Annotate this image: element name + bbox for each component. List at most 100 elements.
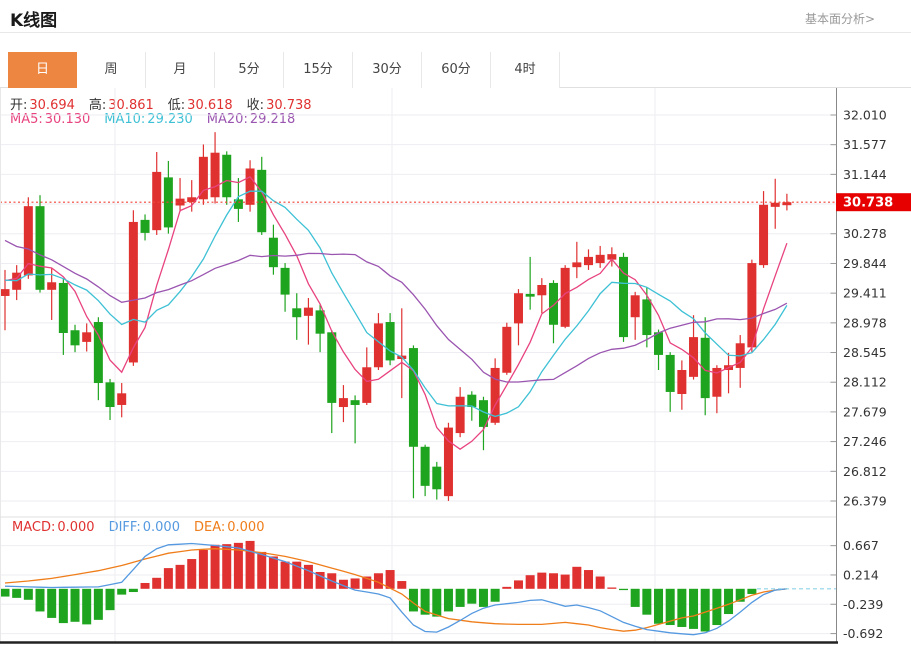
candle-body [467, 395, 476, 407]
axis-label: 29.844 [843, 256, 887, 271]
axis-label: 30.278 [843, 226, 887, 241]
macd-bar [677, 589, 686, 627]
macd-bar [596, 577, 605, 589]
candle-body [24, 206, 33, 275]
tab-60min[interactable]: 60分 [422, 52, 491, 88]
tab-15min[interactable]: 15分 [284, 52, 353, 88]
macd-bar [607, 588, 616, 589]
macd-bar [222, 544, 231, 589]
candle-body [351, 400, 360, 405]
candle-body [1, 289, 10, 296]
axis-label: -0.239 [843, 597, 883, 612]
candle-body [339, 398, 348, 407]
tab-day[interactable]: 日 [8, 52, 77, 88]
macd-bar [619, 589, 628, 590]
macd-bar [502, 587, 511, 589]
macd-bar [141, 583, 150, 589]
candle-body [759, 205, 768, 265]
axis-label: 0.667 [843, 538, 879, 553]
candle-body [432, 467, 441, 490]
candle-body [152, 172, 161, 230]
candle-body [677, 370, 686, 394]
macd-bar [152, 578, 161, 589]
macd-bar [269, 556, 278, 588]
macd-bar [176, 565, 185, 589]
macd-bar [59, 589, 68, 623]
candle-body [771, 203, 780, 207]
axis-label: 0.214 [843, 567, 879, 582]
macd-bar [432, 589, 441, 617]
macd-bar [514, 580, 523, 588]
macd-bar [129, 589, 138, 592]
macd-bar [689, 589, 698, 629]
macd-bar [491, 589, 500, 602]
macd-bar [701, 589, 710, 632]
candle-body [572, 262, 581, 267]
candle-body [327, 332, 336, 403]
interval-tabbar: 日周月5分15分30分60分4时 [0, 52, 911, 88]
candle-body [47, 282, 56, 290]
macd-bar [211, 545, 220, 589]
candle-body [596, 255, 605, 263]
candle-body [456, 397, 465, 433]
candle-body [211, 153, 220, 198]
macd-bar [117, 589, 126, 595]
macd-bar [526, 575, 535, 589]
macd-bar [654, 589, 663, 624]
kline-chart[interactable]: 32.01031.57731.14430.27829.84429.41128.9… [0, 88, 911, 646]
macd-bar [246, 541, 255, 589]
tab-4hour[interactable]: 4时 [491, 52, 560, 88]
macd-bar [549, 573, 558, 589]
candle-body [386, 322, 395, 360]
candle-body [199, 157, 208, 200]
macd-bar [47, 589, 56, 618]
axis-label: 29.411 [843, 286, 887, 301]
candle-body [59, 283, 68, 333]
candle-body [316, 310, 325, 333]
macd-bar [572, 567, 581, 589]
candle-body [82, 332, 91, 342]
macd-bar [537, 573, 546, 589]
macd-bar [444, 589, 453, 612]
macd-bar [456, 589, 465, 607]
header-divider [0, 32, 911, 33]
macd-bar [94, 589, 103, 620]
axis-label: 26.379 [843, 494, 887, 509]
candle-body [106, 382, 115, 407]
candle-body [222, 155, 231, 198]
candle-body [654, 332, 663, 355]
axis-label: 26.812 [843, 464, 887, 479]
candle-body [362, 367, 371, 403]
macd-bar [71, 589, 80, 622]
axis-label: 28.978 [843, 315, 887, 330]
macd-bar [747, 589, 756, 594]
axis-label: 28.112 [843, 375, 887, 390]
candle-body [36, 206, 45, 290]
candle-body [537, 285, 546, 295]
macd-bar [304, 565, 313, 589]
macd-bar [257, 552, 266, 589]
macd-bar [724, 589, 733, 614]
macd-bar [36, 589, 45, 612]
macd-bar [24, 589, 33, 600]
macd-bar [106, 589, 115, 610]
macd-bar [1, 589, 10, 597]
fundamental-analysis-link[interactable]: 基本面分析> [805, 10, 875, 27]
macd-bar [561, 575, 570, 589]
macd-bar [351, 578, 360, 588]
candle-body [269, 238, 278, 267]
tab-week[interactable]: 周 [77, 52, 146, 88]
tab-30min[interactable]: 30分 [353, 52, 422, 88]
tab-month[interactable]: 月 [146, 52, 215, 88]
macd-bar [631, 589, 640, 607]
axis-label: 27.679 [843, 404, 887, 419]
axis-label: 28.545 [843, 345, 887, 360]
axis-label: 27.246 [843, 434, 887, 449]
macd-bar [281, 562, 290, 589]
candle-body [514, 293, 523, 323]
candle-body [526, 294, 535, 297]
candle-body [689, 337, 698, 377]
tab-5min[interactable]: 5分 [215, 52, 284, 88]
macd-bar [164, 568, 173, 589]
axis-label: 32.010 [843, 108, 887, 123]
